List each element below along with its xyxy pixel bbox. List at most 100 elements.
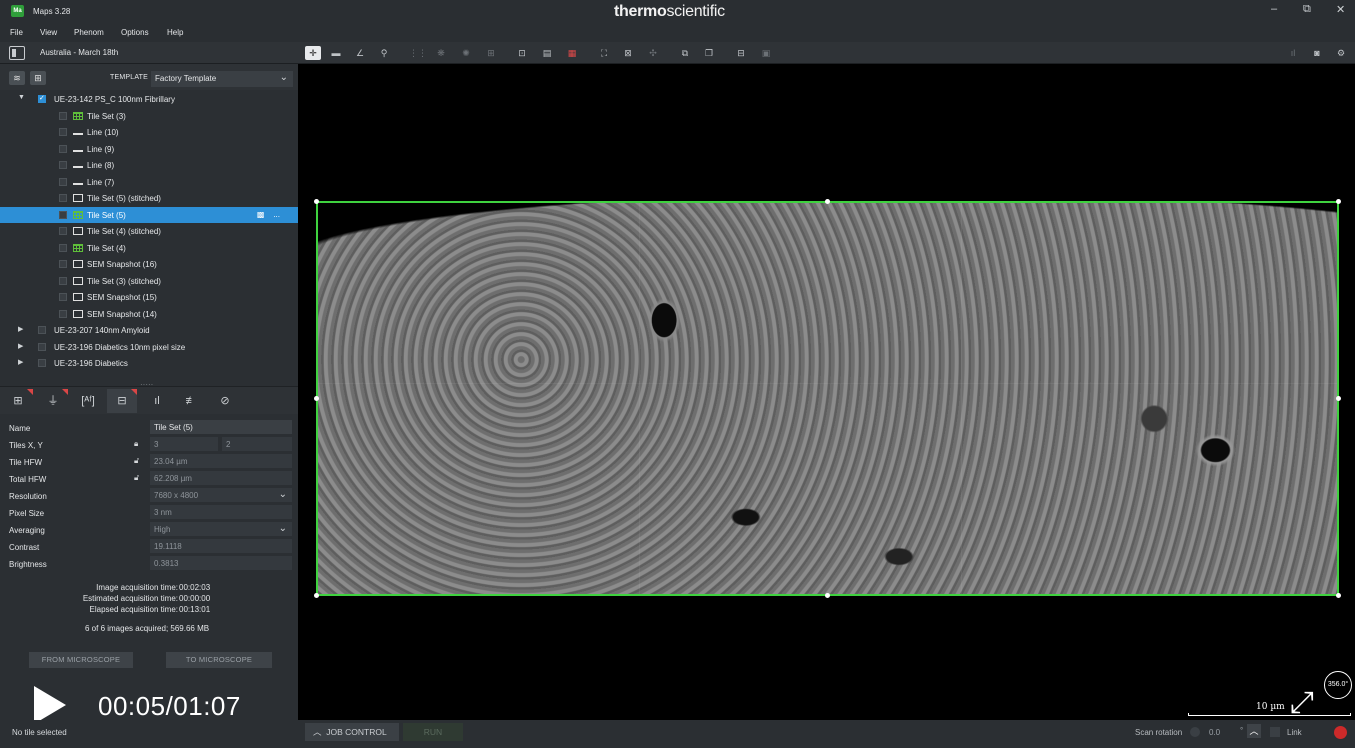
template-select[interactable]: Factory Template ⌄ xyxy=(151,71,293,87)
resize-handle[interactable] xyxy=(825,199,830,204)
ring-grid-tool-icon[interactable]: ✺ xyxy=(458,46,474,60)
tree-project-row[interactable]: ▶ UE-23-196 Diabetics xyxy=(0,355,298,371)
run-button[interactable]: RUN xyxy=(403,723,463,741)
close-button[interactable]: ✕ xyxy=(1336,3,1345,16)
pixel-size-input[interactable]: 3 nm xyxy=(150,505,292,519)
settings-tool-icon[interactable]: ⚙ xyxy=(1333,46,1349,60)
more-icon[interactable]: ... xyxy=(273,210,280,219)
tab-tiles-icon[interactable]: ⊞ xyxy=(3,389,33,413)
tree-item[interactable]: Line (8) xyxy=(0,157,298,173)
square-grid-tool-icon[interactable]: ⊞ xyxy=(483,46,499,60)
layer-checkbox[interactable] xyxy=(59,244,67,252)
copy-tool-icon[interactable]: ❐ xyxy=(701,46,717,60)
resize-handle[interactable] xyxy=(314,199,319,204)
name-input[interactable]: Tile Set (5) xyxy=(150,420,292,434)
zoom-tool-icon[interactable]: ⚲ xyxy=(376,46,392,60)
resize-handle[interactable] xyxy=(1336,396,1341,401)
layer-checkbox[interactable] xyxy=(59,227,67,235)
tiles-y-input[interactable]: 2 xyxy=(222,437,292,451)
layer-checkbox[interactable] xyxy=(59,211,67,219)
minimize-button[interactable]: – xyxy=(1271,3,1277,15)
tab-acquisition-icon[interactable]: ⊟ xyxy=(107,389,137,413)
tab-navigation-icon[interactable]: ⊘ xyxy=(210,389,240,413)
tree-item[interactable]: Tile Set (4) (stitched) xyxy=(0,223,298,239)
fullscreen-icon[interactable]: ⤢ xyxy=(1290,688,1326,722)
resize-handle[interactable] xyxy=(1336,199,1341,204)
restore-button[interactable]: ⧉ xyxy=(1303,3,1311,16)
layer-checkbox[interactable] xyxy=(59,260,67,268)
scan-rotation-input[interactable]: 0.0 xyxy=(1209,728,1220,737)
to-microscope-button[interactable]: TO MICROSCOPE xyxy=(166,652,272,668)
tree-item[interactable]: Line (10) xyxy=(0,124,298,140)
tile-grid-tool-icon[interactable]: ⋮⋮ xyxy=(409,46,427,60)
caret-right-icon[interactable]: ▶ xyxy=(18,325,23,333)
layer-checkbox[interactable] xyxy=(59,310,67,318)
shrink-tool-icon[interactable]: ✣ xyxy=(645,46,661,60)
project-checkbox[interactable] xyxy=(38,343,46,351)
tab-autofocus-icon[interactable]: [ᴬᶠ] xyxy=(73,389,103,413)
tiles-x-input[interactable]: 3 xyxy=(150,437,218,451)
unlock-icon[interactable]: 🔓︎ xyxy=(134,456,139,466)
tree-item[interactable]: Line (9) xyxy=(0,141,298,157)
tab-adjust-icon[interactable]: ≢ xyxy=(176,389,206,413)
project-checkbox[interactable] xyxy=(38,94,46,103)
delete-tool-icon[interactable]: ▦ xyxy=(564,46,580,60)
layer-checkbox[interactable] xyxy=(59,178,67,186)
tree-project-row[interactable]: ▼ UE-23-142 PS_C 100nm Fibrillary xyxy=(0,91,298,107)
record-indicator-icon[interactable] xyxy=(1334,726,1347,739)
brightness-input[interactable]: 0.3813 xyxy=(150,556,292,570)
contrast-input[interactable]: 19.1118 xyxy=(150,539,292,553)
resize-handle[interactable] xyxy=(825,593,830,598)
layer-checkbox[interactable] xyxy=(59,194,67,202)
resolution-select[interactable]: 7680 x 4800 ⌄ xyxy=(150,488,292,502)
menu-file[interactable]: File xyxy=(10,28,23,37)
resize-handle[interactable] xyxy=(314,593,319,598)
tree-item[interactable]: SEM Snapshot (15) xyxy=(0,289,298,305)
caret-right-icon[interactable]: ▶ xyxy=(18,358,23,366)
zoom-fit-tool-icon[interactable]: ⊠ xyxy=(620,46,636,60)
tile-hfw-input[interactable]: 23.04 µm xyxy=(150,454,292,468)
stitch-icon[interactable]: ▩ xyxy=(257,210,265,219)
layer-checkbox[interactable] xyxy=(59,161,67,169)
tree-project-row[interactable]: ▶ UE-23-207 140nm Amyloid xyxy=(0,322,298,338)
menu-phenom[interactable]: Phenom xyxy=(74,28,104,37)
caret-down-icon[interactable]: ▼ xyxy=(18,94,25,101)
project-checkbox[interactable] xyxy=(38,359,46,367)
layer-checkbox[interactable] xyxy=(59,277,67,285)
panel-tool-icon[interactable]: ▣ xyxy=(758,46,774,60)
layers-view-icon[interactable]: ≋ xyxy=(9,71,25,85)
from-microscope-button[interactable]: FROM MICROSCOPE xyxy=(29,652,133,668)
lock-icon[interactable]: 🔒︎ xyxy=(134,439,138,449)
import-tool-icon[interactable]: ⊡ xyxy=(514,46,530,60)
project-checkbox[interactable] xyxy=(38,326,46,334)
rotation-indicator[interactable]: 356.0° xyxy=(1324,671,1352,699)
camera-tool-icon[interactable]: ◙ xyxy=(1309,46,1325,60)
menu-help[interactable]: Help xyxy=(167,28,183,37)
layer-checkbox[interactable] xyxy=(59,293,67,301)
tree-item[interactable]: Tile Set (3) (stitched) xyxy=(0,273,298,289)
tree-project-row[interactable]: ▶ UE-23-196 Diabetics 10nm pixel size xyxy=(0,339,298,355)
tree-item[interactable]: SEM Snapshot (16) xyxy=(0,256,298,272)
fit-tool-icon[interactable]: ⛶ xyxy=(596,46,612,60)
tab-stage-icon[interactable]: ⏚ xyxy=(38,389,68,413)
tree-item[interactable]: SEM Snapshot (14) xyxy=(0,306,298,322)
circle-grid-tool-icon[interactable]: ❋ xyxy=(433,46,449,60)
angle-tool-icon[interactable]: ∠ xyxy=(352,46,368,60)
layer-checkbox[interactable] xyxy=(59,145,67,153)
unlock-icon[interactable]: 🔓︎ xyxy=(134,473,139,483)
tile-set-selection-box[interactable] xyxy=(316,201,1339,596)
resize-handle[interactable] xyxy=(1336,593,1341,598)
link-checkbox[interactable] xyxy=(1270,727,1280,737)
row-actions[interactable]: ▩ ... xyxy=(257,210,280,219)
scan-rotation-dial-icon[interactable] xyxy=(1190,727,1200,737)
menu-options[interactable]: Options xyxy=(121,28,149,37)
layers-tool-icon[interactable]: ⧉ xyxy=(677,46,693,60)
caret-right-icon[interactable]: ▶ xyxy=(18,342,23,350)
pan-tool-icon[interactable]: ✛ xyxy=(305,46,321,60)
chevron-up-icon[interactable]: ︿ xyxy=(1247,724,1261,738)
menu-view[interactable]: View xyxy=(40,28,57,37)
job-control-button[interactable]: ︿ JOB CONTROL xyxy=(305,723,399,741)
snapshot-tool-icon[interactable]: ⊟ xyxy=(733,46,749,60)
ruler-tool-icon[interactable]: ▬ xyxy=(328,46,344,60)
tree-item-selected[interactable]: Tile Set (5) ▩ ... xyxy=(0,207,298,223)
